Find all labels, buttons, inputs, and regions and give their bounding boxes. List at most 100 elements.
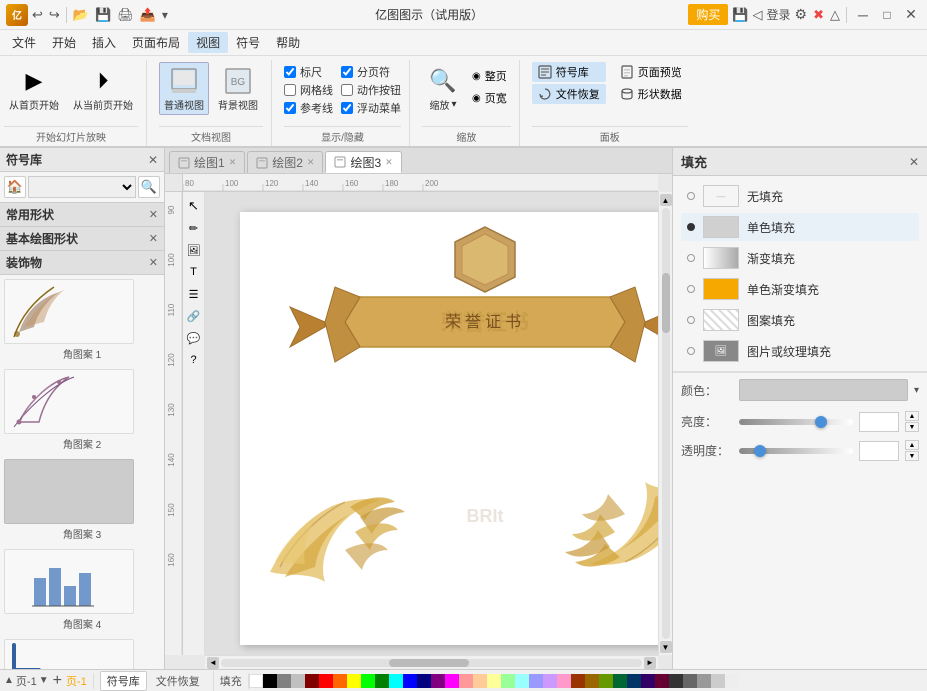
fill-color-dropdown[interactable]: ▾ [914,385,919,396]
settings-btn[interactable]: ⚙ [795,6,808,23]
color-cell[interactable] [515,674,529,688]
fill-option-none[interactable]: — 无填充 [681,182,919,210]
minimize-btn[interactable]: ─ [853,5,873,25]
color-cell[interactable] [711,674,725,688]
close-btn[interactable]: ✕ [901,5,921,25]
color-cell[interactable] [683,674,697,688]
tab-drawing1-close[interactable]: ✕ [229,157,237,168]
hscroll-left[interactable]: ◄ [207,657,219,669]
fill-transparency-slider[interactable] [739,448,853,454]
undo-btn[interactable]: ↩ [30,5,45,25]
canvas-scroll[interactable]: 荣誉证书 荣誉证书 [205,192,658,655]
fill-brightness-input[interactable]: 0 % [859,412,899,432]
color-cell[interactable] [445,674,459,688]
tab-drawing2-close[interactable]: ✕ [307,157,315,168]
tab-drawing1[interactable]: 绘图1 ✕ [169,151,245,173]
brightness-inc[interactable]: ▲ [905,411,919,421]
menu-symbol[interactable]: 符号 [228,32,268,53]
color-cell[interactable] [697,674,711,688]
fit-page-btn[interactable]: ◉ 整页 [468,66,511,86]
page-label-orange[interactable]: 页-1 [66,673,87,689]
color-cell[interactable] [277,674,291,688]
help-icon-btn[interactable]: △ [830,7,840,23]
redo-btn[interactable]: ↪ [47,5,62,25]
color-cell[interactable] [669,674,683,688]
page-preview-btn[interactable]: 页面预览 [614,62,688,82]
page-up-btn[interactable]: ▲ [4,675,14,686]
page-down-btn[interactable]: ▼ [39,675,49,686]
color-cell[interactable] [543,674,557,688]
list-item[interactable]: 角图案 4 [4,549,160,631]
color-cell[interactable] [375,674,389,688]
fill-transparency-input[interactable]: 0 % [859,441,899,461]
more-btn[interactable]: ▾ [160,6,170,24]
color-cell[interactable] [501,674,515,688]
plugin-btn[interactable]: ✖ [811,7,826,23]
sidebar-close-btn[interactable]: ✕ [148,153,158,167]
color-cell[interactable] [333,674,347,688]
from-start-btn[interactable]: ▶ 从首页开始 [4,62,64,115]
fill-option-single-gradient[interactable]: 单色渐变填充 [681,275,919,303]
color-cell[interactable] [417,674,431,688]
sidebar-category-select[interactable] [28,176,136,198]
color-cell[interactable] [557,674,571,688]
transparency-inc[interactable]: ▲ [905,440,919,450]
sidebar-home-btn[interactable]: 🏠 [4,176,26,198]
color-cell[interactable] [529,674,543,688]
file-restore-btn[interactable]: 文件恢复 [532,84,606,104]
color-cell[interactable] [655,674,669,688]
statusbar-tab-symbollib[interactable]: 符号库 [100,671,147,691]
category-basic[interactable]: 基本绘图形状 ✕ [0,227,164,251]
color-cell[interactable] [641,674,655,688]
fill-option-image[interactable]: 🖼 图片或纹理填充 [681,337,919,365]
list-item[interactable]: 角图案 1 [4,279,160,361]
maximize-btn[interactable]: □ [877,5,897,25]
color-cell[interactable] [627,674,641,688]
color-cell[interactable] [263,674,277,688]
color-cell[interactable] [599,674,613,688]
fill-option-solid[interactable]: 单色填充 [681,213,919,241]
category-decoration-close[interactable]: ✕ [149,256,158,269]
vscroll-down[interactable]: ▼ [660,641,672,653]
color-cell[interactable] [305,674,319,688]
guides-checkbox[interactable]: 参考线 [284,100,333,116]
rulers-checkbox[interactable]: 标尺 [284,64,333,80]
tab-drawing3[interactable]: 绘图3 ✕ [325,151,401,173]
color-cell[interactable] [361,674,375,688]
list-item[interactable]: 角图案 2 [4,369,160,451]
open-btn[interactable]: 📂 [71,5,91,25]
category-common[interactable]: 常用形状 ✕ [0,203,164,227]
background-view-btn[interactable]: BG 背景视图 [213,62,263,115]
save-cloud-btn[interactable]: 💾 [732,7,748,23]
color-cell[interactable] [319,674,333,688]
gridlines-checkbox[interactable]: 网格线 [284,82,333,98]
print-btn[interactable]: 🖨 [115,5,136,25]
category-decoration[interactable]: 装饰物 ✕ [0,251,164,275]
normal-view-btn[interactable]: 普通视图 [159,62,209,115]
brightness-dec[interactable]: ▼ [905,422,919,432]
add-page-btn[interactable]: + [51,673,64,689]
hscrollbar[interactable]: ◄ ► [205,655,658,669]
zoom-btn[interactable]: 🔍 缩放▾ [422,62,464,115]
tool-link[interactable]: 🔗 [184,306,204,326]
tool-image[interactable]: 🖼 [184,240,204,260]
tool-container[interactable]: ☰ [184,284,204,304]
pagebreaks-checkbox[interactable]: 分页符 [341,64,401,80]
fill-brightness-slider[interactable] [739,419,853,425]
tool-comment[interactable]: 💬 [184,328,204,348]
from-current-btn[interactable]: ⏵ 从当前页开始 [68,62,138,115]
fit-width-btn[interactable]: ◉ 页宽 [468,88,511,108]
vscroll-up[interactable]: ▲ [660,194,672,206]
save-btn[interactable]: 💾 [93,5,113,25]
menu-view[interactable]: 视图 [188,32,228,53]
color-cell[interactable] [487,674,501,688]
share-btn[interactable]: ◁ [753,7,763,23]
tab-drawing3-close[interactable]: ✕ [385,157,393,168]
animations-checkbox[interactable]: 动作按钮 [341,82,401,98]
color-cell[interactable] [473,674,487,688]
fill-option-gradient[interactable]: 渐变填充 [681,244,919,272]
tool-text[interactable]: T [184,262,204,282]
menu-page-layout[interactable]: 页面布局 [124,32,188,53]
shape-data-btn[interactable]: 形状数据 [614,84,688,104]
color-cell[interactable] [725,674,739,688]
